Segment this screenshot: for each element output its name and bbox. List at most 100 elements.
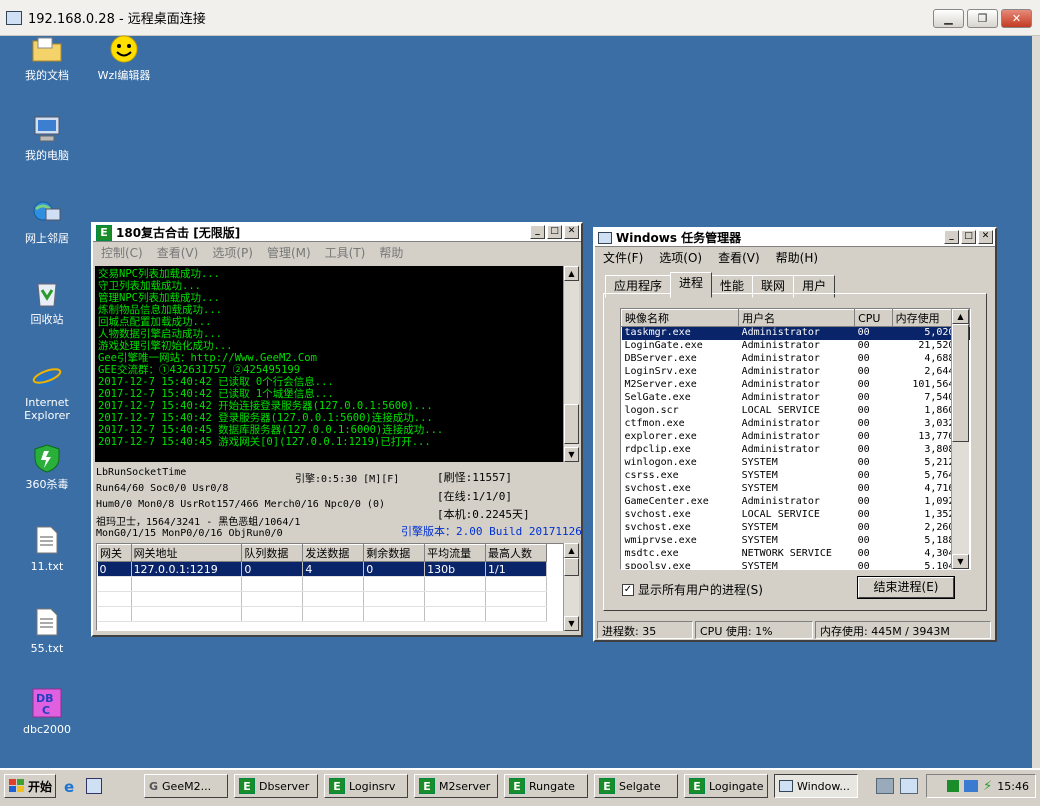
scroll-down-button[interactable]: ▼ bbox=[952, 554, 969, 569]
table-row[interactable]: M2Server.exe Administrator 00 101,564 K bbox=[622, 379, 970, 392]
taskmgr-menu-help[interactable]: 帮助(H) bbox=[776, 249, 818, 266]
table-row[interactable]: taskmgr.exe Administrator 00 5,020 K bbox=[621, 326, 970, 340]
scroll-up-button[interactable]: ▲ bbox=[564, 266, 579, 281]
desktop-icon-360[interactable]: 360杀毒 bbox=[12, 442, 82, 491]
show-all-users-checkbox[interactable]: ✓ 显示所有用户的进程(S) bbox=[622, 581, 763, 598]
desktop-icon-my-documents[interactable]: 我的文档 bbox=[12, 33, 82, 82]
engine-menu-help[interactable]: 帮助 bbox=[379, 244, 403, 261]
scroll-thumb[interactable] bbox=[564, 558, 579, 576]
process-col-image[interactable]: 映像名称 bbox=[621, 309, 740, 327]
quicklaunch-ie-icon[interactable]: e bbox=[64, 778, 74, 796]
scroll-thumb[interactable] bbox=[564, 404, 579, 444]
table-row[interactable]: LoginSrv.exe Administrator 00 2,644 K bbox=[622, 366, 970, 379]
table-row[interactable]: GameCenter.exe Administrator 00 1,092 K bbox=[622, 496, 970, 509]
gate-col-header[interactable]: 最高人数 bbox=[485, 544, 547, 562]
taskbar-item-loginsrv[interactable]: E Loginsrv bbox=[324, 774, 408, 798]
scroll-up-button[interactable]: ▲ bbox=[564, 543, 579, 558]
gate-col-header[interactable]: 平均流量 bbox=[424, 544, 487, 562]
table-row[interactable]: svchost.exe LOCAL SERVICE 00 1,352 K bbox=[622, 509, 970, 522]
scroll-down-button[interactable]: ▼ bbox=[564, 447, 579, 462]
start-button[interactable]: 开始 bbox=[4, 774, 56, 798]
scroll-thumb[interactable] bbox=[952, 324, 969, 442]
table-row[interactable]: DBServer.exe Administrator 00 4,688 K bbox=[622, 353, 970, 366]
gate-col-header[interactable]: 网关 bbox=[97, 544, 132, 562]
engine-log-console[interactable]: 交易NPC列表加载成功... 守卫列表加载成功... 管理NPC列表加载成功..… bbox=[95, 266, 563, 462]
process-cell: 00 bbox=[857, 496, 870, 507]
process-cell: 00 bbox=[857, 392, 870, 403]
taskbar-item-rungate[interactable]: E Rungate bbox=[504, 774, 588, 798]
table-row[interactable]: winlogon.exe SYSTEM 00 5,212 K bbox=[622, 457, 970, 470]
table-row[interactable]: csrss.exe SYSTEM 00 5,764 K bbox=[622, 470, 970, 483]
table-row[interactable]: wmiprvse.exe SYSTEM 00 5,188 K bbox=[622, 535, 970, 548]
process-cell: 00 bbox=[857, 366, 870, 377]
engine-minimize-button[interactable]: _ bbox=[530, 225, 545, 239]
process-col-user[interactable]: 用户名 bbox=[738, 309, 856, 327]
gate-col-header[interactable]: 队列数据 bbox=[241, 544, 304, 562]
process-cell: DBServer.exe bbox=[624, 353, 697, 364]
process-cell: SYSTEM bbox=[741, 457, 778, 468]
desktop-icon-wzl-editor[interactable]: Wzl编辑器 bbox=[89, 33, 159, 82]
table-row[interactable]: spoolsv.exe SYSTEM 00 5,104 K bbox=[622, 561, 970, 569]
taskmgr-minimize-button[interactable]: _ bbox=[944, 230, 959, 244]
desktop-icon-internet-explorer[interactable]: e Internet Explorer bbox=[12, 360, 82, 422]
taskbar-item-logingate[interactable]: E Logingate bbox=[684, 774, 768, 798]
log-scrollbar[interactable]: ▲ ▼ bbox=[563, 266, 579, 462]
engine-menu-manage[interactable]: 管理(M) bbox=[267, 244, 311, 261]
tab-processes[interactable]: 进程 bbox=[670, 272, 713, 298]
taskbar-item-dbserver[interactable]: E Dbserver bbox=[234, 774, 318, 798]
checkbox-checked[interactable]: ✓ bbox=[622, 583, 634, 596]
gate-scrollbar[interactable]: ▲ ▼ bbox=[563, 543, 579, 631]
table-row[interactable]: SelGate.exe Administrator 00 7,540 K bbox=[622, 392, 970, 405]
gate-col-header[interactable]: 网关地址 bbox=[130, 544, 243, 562]
taskmgr-menu-options[interactable]: 选项(O) bbox=[659, 249, 702, 266]
desktop-icon-network[interactable]: 网上邻居 bbox=[12, 196, 82, 245]
engine-menu-tools[interactable]: 工具(T) bbox=[325, 244, 366, 261]
tray-clock[interactable]: 15:46 bbox=[997, 780, 1029, 793]
table-row[interactable]: explorer.exe Administrator 00 13,776 K bbox=[622, 431, 970, 444]
taskmgr-close-button[interactable]: ✕ bbox=[978, 230, 993, 244]
desktop-icon-recycle-bin[interactable]: 回收站 bbox=[12, 277, 82, 326]
recycle-bin-icon bbox=[31, 277, 63, 309]
log-line: 游戏处理引擎初始化成功... bbox=[98, 340, 233, 352]
taskbar-item-m2server[interactable]: E M2server bbox=[414, 774, 498, 798]
tray-app-icon[interactable] bbox=[947, 780, 960, 792]
taskmgr-maximize-button[interactable]: □ bbox=[961, 230, 976, 244]
table-row[interactable]: LoginGate.exe Administrator 00 21,520 K bbox=[622, 340, 970, 353]
gate-col-header[interactable]: 剩余数据 bbox=[363, 544, 426, 562]
taskmgr-menu-file[interactable]: 文件(F) bbox=[603, 249, 643, 266]
end-process-button[interactable]: 结束进程(E) bbox=[857, 576, 955, 599]
table-row[interactable]: ctfmon.exe Administrator 00 3,032 K bbox=[622, 418, 970, 431]
minimize-button[interactable]: ▁ bbox=[933, 9, 964, 28]
table-row[interactable]: svchost.exe SYSTEM 00 2,260 K bbox=[622, 522, 970, 535]
taskbar-item-geem2[interactable]: G GeeM2... bbox=[144, 774, 228, 798]
desktop-icon-11-txt[interactable]: 11.txt bbox=[12, 524, 82, 573]
engine-close-button[interactable]: ✕ bbox=[564, 225, 579, 239]
engine-menu-options[interactable]: 选项(P) bbox=[212, 244, 253, 261]
taskbar-item-taskmgr[interactable]: Window... bbox=[774, 774, 858, 798]
printer-tray-icon[interactable] bbox=[876, 778, 894, 794]
engine-menu-view[interactable]: 查看(V) bbox=[157, 244, 199, 261]
tray-network-icon[interactable] bbox=[964, 780, 979, 792]
desktop-icon-dbc2000[interactable]: DB C dbc2000 bbox=[12, 687, 82, 736]
taskbar-item-selgate[interactable]: E Selgate bbox=[594, 774, 678, 798]
scroll-up-button[interactable]: ▲ bbox=[952, 309, 969, 324]
process-col-cpu[interactable]: CPU bbox=[854, 309, 893, 327]
quicklaunch-desktop-icon[interactable] bbox=[86, 778, 102, 794]
table-row[interactable]: 0 127.0.0.1:1219 0 4 0 130b 1/1 bbox=[97, 561, 547, 577]
scroll-down-button[interactable]: ▼ bbox=[564, 616, 579, 631]
table-row[interactable]: rdpclip.exe Administrator 00 3,808 K bbox=[622, 444, 970, 457]
engine-maximize-button[interactable]: □ bbox=[547, 225, 562, 239]
gate-col-header[interactable]: 发送数据 bbox=[302, 544, 365, 562]
process-scrollbar[interactable]: ▲ ▼ bbox=[951, 309, 969, 569]
table-row[interactable]: svchost.exe SYSTEM 00 4,716 K bbox=[622, 483, 970, 496]
close-button[interactable]: ✕ bbox=[1001, 9, 1032, 28]
network-tray-icon[interactable] bbox=[900, 778, 918, 794]
tray-shield-icon[interactable]: ⚡ bbox=[983, 779, 992, 794]
table-row[interactable]: logon.scr LOCAL SERVICE 00 1,860 K bbox=[622, 405, 970, 418]
table-row[interactable]: msdtc.exe NETWORK SERVICE 00 4,304 K bbox=[622, 548, 970, 561]
desktop-icon-55-txt[interactable]: 55.txt bbox=[12, 606, 82, 655]
taskmgr-menu-view[interactable]: 查看(V) bbox=[718, 249, 760, 266]
desktop-icon-my-computer[interactable]: 我的电脑 bbox=[12, 113, 82, 162]
restore-button[interactable]: ❐ bbox=[967, 9, 998, 28]
engine-menu-control[interactable]: 控制(C) bbox=[101, 244, 143, 261]
